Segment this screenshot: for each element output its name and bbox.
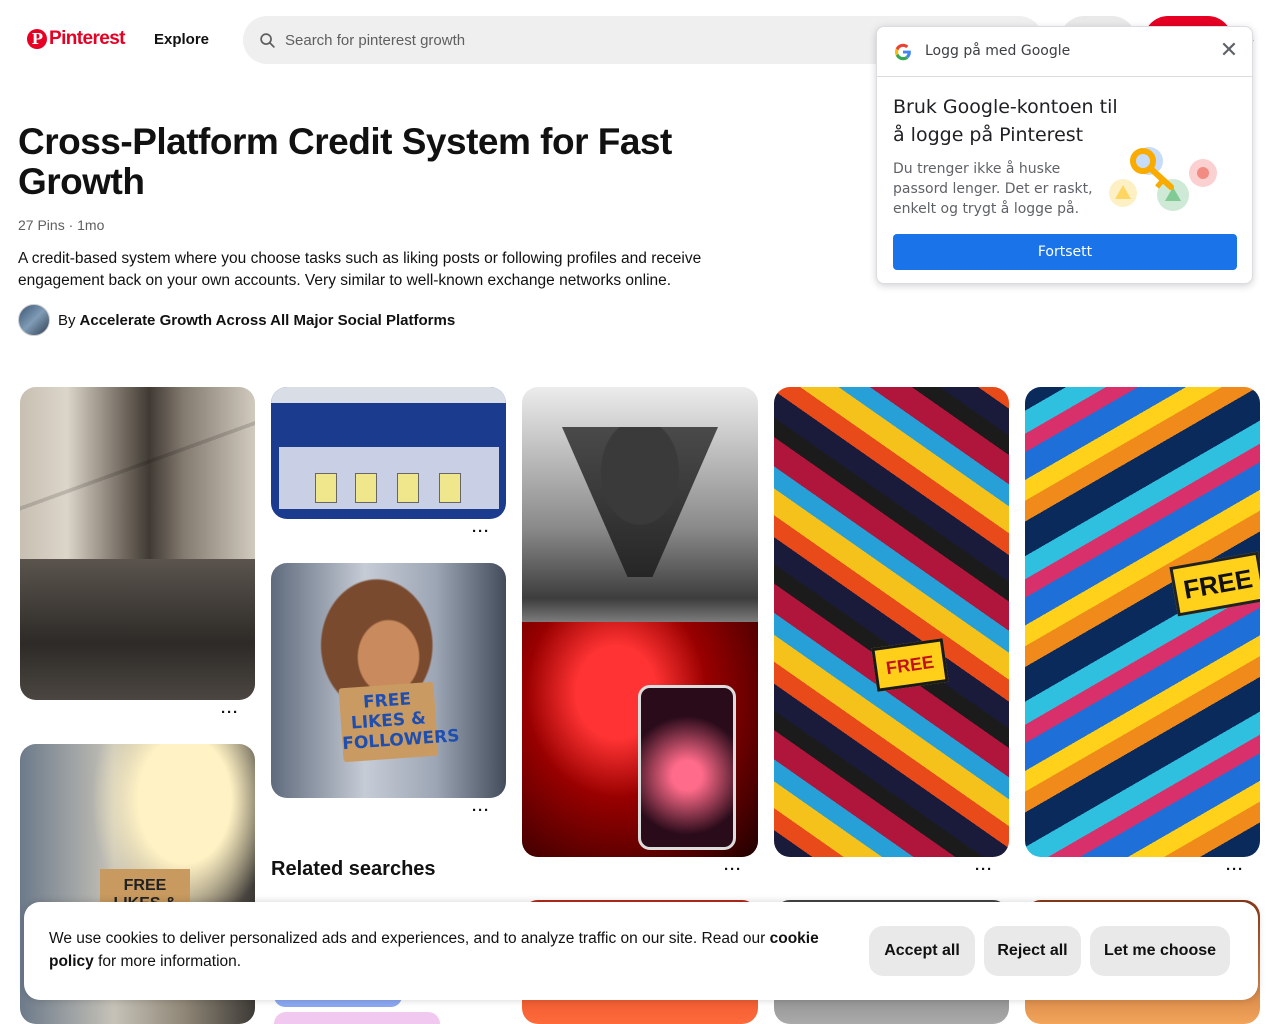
page-title: Cross-Platform Credit System for Fast Gr… <box>18 121 672 202</box>
pin-badge: FREE <box>871 638 949 692</box>
popup-header-text: Logg på med Google <box>925 43 1071 59</box>
pin-more-button[interactable]: ··· <box>1226 861 1244 878</box>
pin-badge: FREE <box>1169 551 1260 617</box>
google-icon <box>894 43 911 61</box>
pin-more-button[interactable]: ··· <box>975 861 993 878</box>
pin-card <box>355 473 377 503</box>
google-signin-popup: Logg på med Google ✕ Bruk Google-kontoen… <box>876 26 1253 284</box>
cookie-text-end: for more information. <box>93 953 242 970</box>
pin-card <box>397 473 419 503</box>
related-search-chip[interactable] <box>274 1012 440 1024</box>
cookie-message: We use cookies to deliver personalized a… <box>49 927 829 973</box>
logo-text: Pinterest <box>49 28 126 49</box>
cookie-text-start: We use cookies to deliver personalized a… <box>49 930 770 947</box>
pinterest-logo-icon: P <box>27 29 47 49</box>
pin-image[interactable]: FREE <box>1025 387 1260 857</box>
pin-floor <box>20 559 255 700</box>
search-input[interactable] <box>285 31 885 49</box>
author-name[interactable]: Accelerate Growth Across All Major Socia… <box>80 312 456 329</box>
popup-description: Du trenger ikke å huske passord lenger. … <box>893 161 1093 217</box>
pin-image[interactable] <box>271 387 506 519</box>
pin-card <box>439 473 461 503</box>
pin-more-button[interactable]: ··· <box>221 704 239 721</box>
pin-image[interactable] <box>20 387 255 700</box>
pin-vortex <box>562 427 718 577</box>
board-description: A credit-based system where you choose t… <box>18 250 702 289</box>
pin-image[interactable]: FREE <box>774 387 1009 857</box>
pinterest-logo[interactable]: P Pinterest <box>27 28 126 50</box>
continue-button[interactable]: Fortsett <box>893 234 1237 270</box>
pin-panel <box>279 447 499 509</box>
close-icon[interactable]: ✕ <box>1217 40 1241 64</box>
pin-image[interactable]: FREE LIKES & FOLLOWERS <box>271 563 506 798</box>
pin-sign: FREE LIKES & FOLLOWERS <box>338 681 460 763</box>
explore-link[interactable]: Explore <box>154 31 209 48</box>
avatar[interactable] <box>18 304 50 336</box>
let-me-choose-button[interactable]: Let me choose <box>1090 926 1230 976</box>
pin-browser-bar <box>271 387 506 403</box>
related-searches-heading: Related searches <box>271 858 436 880</box>
author-prefix: By <box>58 311 76 329</box>
popup-header: Logg på med Google ✕ <box>877 27 1252 77</box>
popup-title: Bruk Google-kontoen til å logge på Pinte… <box>893 96 1118 146</box>
cookie-banner: We use cookies to deliver personalized a… <box>24 902 1258 1000</box>
pin-image[interactable] <box>522 387 758 857</box>
pin-more-button[interactable]: ··· <box>472 802 490 819</box>
board-author[interactable]: By Accelerate Growth Across All Major So… <box>18 304 455 336</box>
pin-card <box>315 473 337 503</box>
pin-more-button[interactable]: ··· <box>472 523 490 540</box>
reject-all-button[interactable]: Reject all <box>984 926 1081 976</box>
accept-all-button[interactable]: Accept all <box>869 926 975 976</box>
pin-more-button[interactable]: ··· <box>724 861 742 878</box>
pin-phone <box>638 685 736 850</box>
key-illustration-icon <box>1109 147 1217 211</box>
search-icon <box>260 32 275 48</box>
board-meta: 27 Pins · 1mo <box>18 217 105 233</box>
